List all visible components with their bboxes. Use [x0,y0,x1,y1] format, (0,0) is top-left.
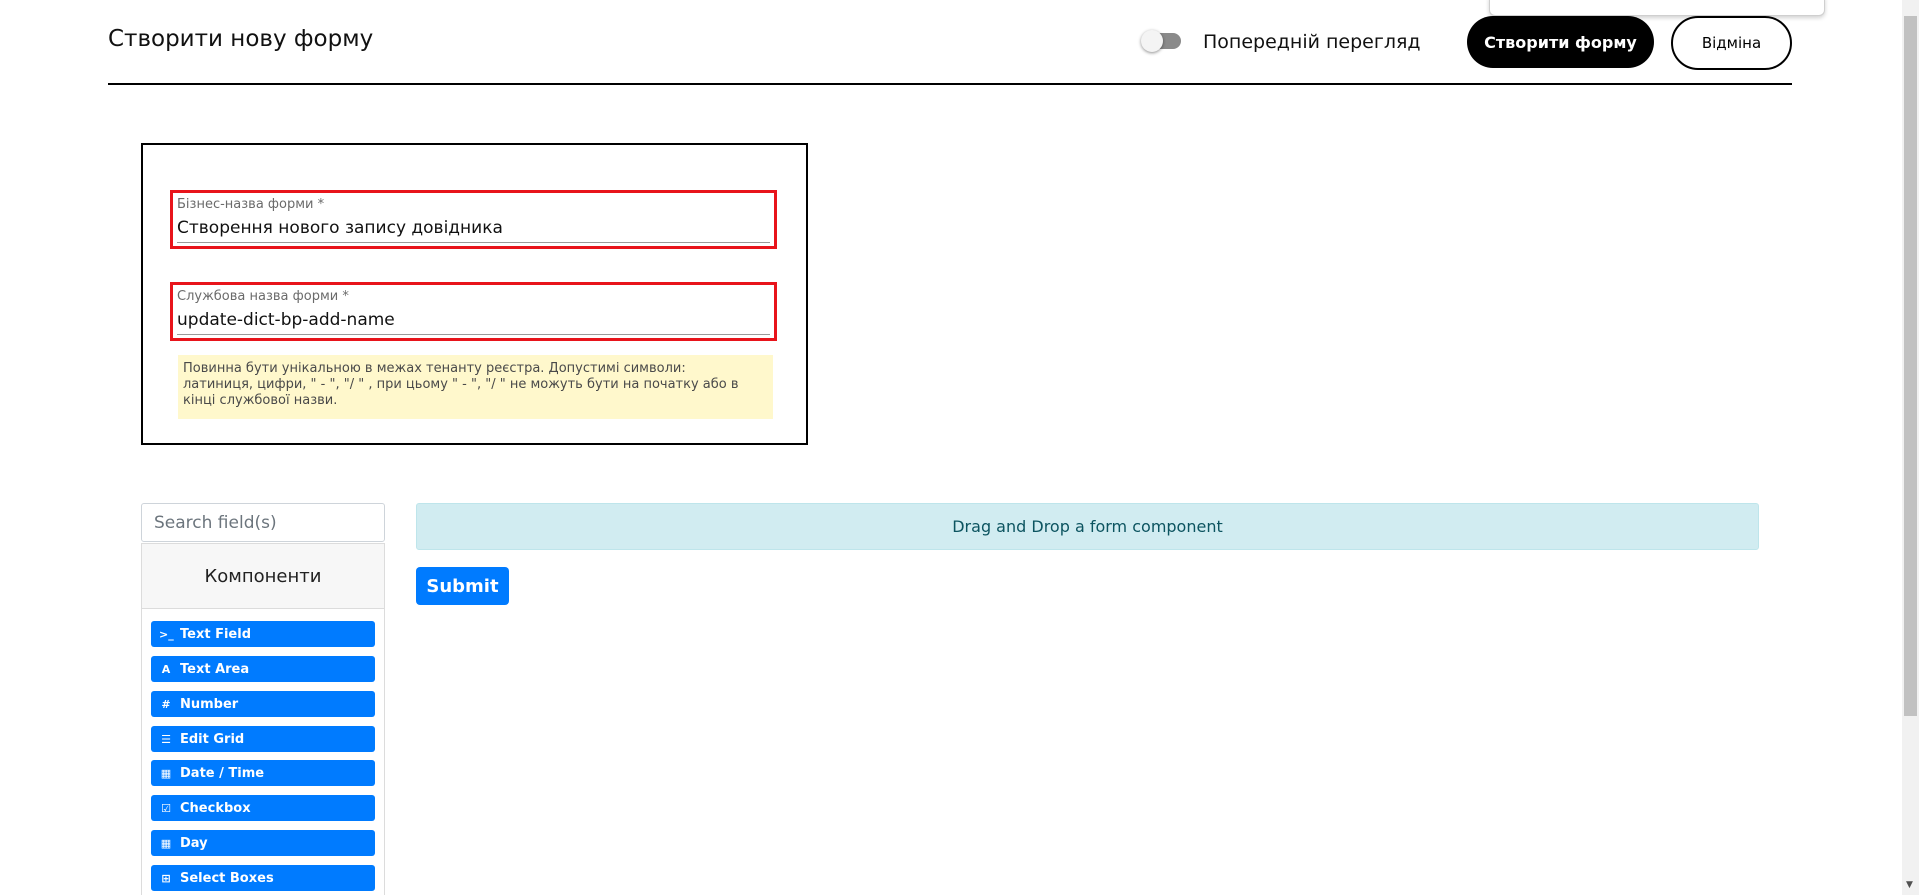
calendar-icon: ▦ [160,836,172,850]
component-select-boxes[interactable]: ⊞ Select Boxes [151,865,375,891]
preview-label: Попередній перегляд [1203,31,1421,53]
list-icon: ☰ [161,732,171,746]
component-label: Select Boxes [180,870,274,886]
business-name-value[interactable]: Створення нового запису довідника [177,218,503,238]
hashtag-icon: # [161,697,171,711]
terminal-icon: >_ [159,627,174,641]
form-settings-box: Бізнес-назва форми * Створення нового за… [141,143,808,445]
cancel-button[interactable]: Відміна [1671,16,1792,70]
submit-button[interactable]: Submit [416,567,509,605]
page-header: Створити нову форму Попередній перегляд … [108,0,1792,85]
form-builder-page: Створити нову форму Попередній перегляд … [0,0,1919,895]
component-day[interactable]: ▦ Day [151,830,375,856]
scroll-down-arrow-icon[interactable]: ▼ [1906,880,1913,890]
plus-square-icon: ⊞ [161,871,171,885]
hint-line-3: кінці службової назви. [183,393,338,408]
component-date-time[interactable]: ▦ Date / Time [151,760,375,786]
service-name-hint: Повинна бути унікальною в межах тенанту … [178,355,773,419]
drop-zone[interactable]: Drag and Drop a form component [416,503,1759,550]
create-form-button[interactable]: Створити форму [1467,16,1654,68]
component-label: Text Area [180,661,250,677]
component-text-field[interactable]: >_ Text Field [151,621,375,647]
search-input[interactable] [141,503,385,542]
hint-line-1: Повинна бути унікальною в межах тенанту … [183,361,686,376]
service-name-label: Службова назва форми * [177,289,349,304]
component-label: Number [180,696,239,712]
business-name-label: Бізнес-назва форми * [177,197,325,212]
component-edit-grid[interactable]: ☰ Edit Grid [151,726,375,752]
page-title: Створити нову форму [108,26,374,52]
check-square-icon: ☑ [161,801,171,815]
vertical-scrollbar[interactable]: ▼ [1902,0,1919,895]
components-panel: Компоненти >_ Text Field A Text Area # N… [141,543,385,895]
preview-toggle[interactable] [1141,30,1181,52]
component-label: Date / Time [180,765,265,781]
font-icon: A [161,662,171,676]
component-label: Day [180,835,208,851]
component-label: Edit Grid [180,731,245,747]
business-name-field[interactable]: Бізнес-назва форми * Створення нового за… [170,190,777,249]
toggle-knob [1141,30,1163,52]
service-name-field[interactable]: Службова назва форми * update-dict-bp-ad… [170,282,777,341]
service-name-value[interactable]: update-dict-bp-add-name [177,310,395,330]
component-number[interactable]: # Number [151,691,375,717]
component-label: Text Field [180,626,251,642]
hint-line-2: латиниця, цифри, " - ", "/ " , при цьому… [183,377,739,392]
components-header[interactable]: Компоненти [142,544,384,609]
scroll-thumb[interactable] [1904,16,1917,716]
component-checkbox[interactable]: ☑ Checkbox [151,795,375,821]
component-text-area[interactable]: A Text Area [151,656,375,682]
component-label: Checkbox [180,800,251,816]
calendar-icon: ▦ [160,766,172,780]
